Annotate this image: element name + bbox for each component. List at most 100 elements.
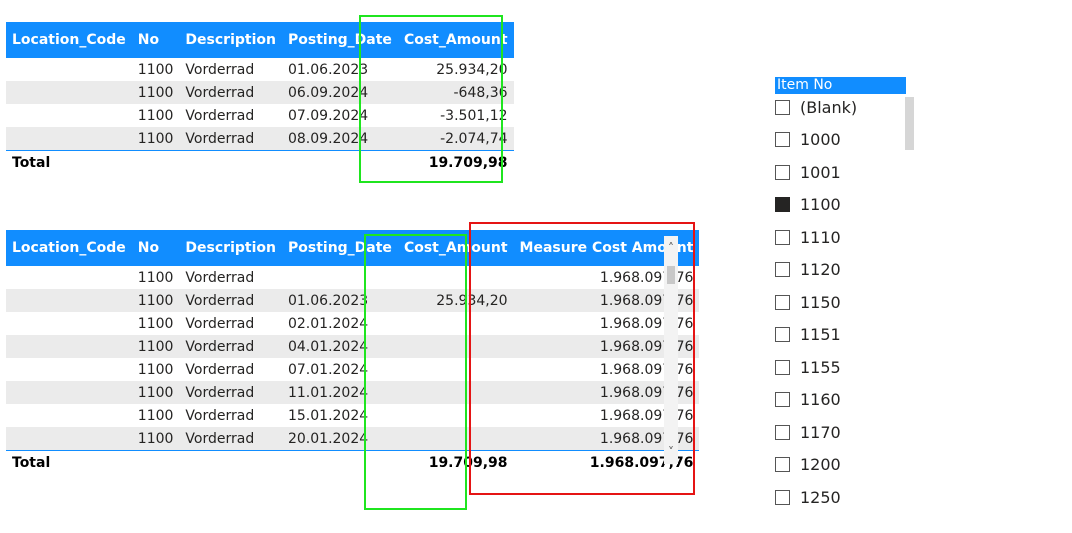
col-cost-amount[interactable]: Cost_Amount — [397, 22, 514, 58]
cell-location-code — [6, 427, 132, 451]
slicer-item[interactable]: 1100 — [775, 193, 841, 217]
cell-location-code — [6, 312, 132, 335]
col-posting-date[interactable]: Posting_Date — [281, 22, 398, 58]
scroll-thumb[interactable] — [667, 266, 675, 284]
col-posting-date[interactable]: Posting_Date — [281, 230, 398, 266]
total-label: Total — [6, 450, 132, 475]
col-description[interactable]: Description — [179, 22, 282, 58]
cell-description: Vorderrad — [185, 61, 255, 78]
slicer-item-label: 1250 — [800, 487, 841, 507]
scroll-down-icon[interactable]: ˅ — [664, 444, 678, 460]
cost-table-bottom: Location_Code No Description Posting_Dat… — [6, 230, 700, 475]
table-row[interactable]: 1100 Vorderrad 07.01.2024 1.968.097,76 — [6, 358, 699, 381]
slicer-item[interactable]: 1120 — [775, 258, 841, 282]
slicer-item[interactable]: 1155 — [775, 355, 841, 379]
table-row[interactable]: 1100 Vorderrad 15.01.2024 1.968.097,76 — [6, 404, 699, 427]
scroll-up-icon[interactable]: ˄ — [664, 240, 678, 256]
table-row[interactable]: 1100 Vorderrad 02.01.2024 1.968.097,76 — [6, 312, 699, 335]
cell-posting-date: 08.09.2024 — [281, 127, 398, 151]
cell-posting-date: 02.01.2024 — [287, 315, 369, 332]
slicer-item[interactable]: 1150 — [775, 290, 841, 314]
slicer-item[interactable]: 1170 — [775, 420, 841, 444]
slicer-item[interactable]: 1001 — [775, 160, 841, 184]
cell-posting-date: 07.09.2024 — [287, 107, 369, 124]
cost-table-top: Location_Code No Description Posting_Dat… — [6, 22, 514, 175]
checkbox-icon[interactable] — [775, 489, 790, 505]
checkbox-icon[interactable] — [775, 424, 790, 440]
slicer-item[interactable]: 1200 — [775, 453, 841, 477]
cell-location-code — [6, 358, 132, 381]
table-row[interactable]: 1100 Vorderrad 08.09.2024 -2.074,74 — [6, 127, 514, 151]
checkbox-icon[interactable] — [775, 99, 790, 115]
cell-no: 1100 — [131, 381, 180, 404]
cell-cost-amount: 25.934,20 — [436, 61, 508, 78]
col-location-code[interactable]: Location_Code — [6, 22, 132, 58]
cell-no: 1100 — [131, 427, 180, 451]
cell-location-code — [6, 104, 132, 127]
slicer-item-label: 1110 — [800, 227, 841, 247]
table-row[interactable]: 1100 Vorderrad 06.09.2024 -648,36 — [6, 81, 514, 104]
col-cost-amount[interactable]: Cost_Amount — [397, 230, 514, 266]
slicer-item[interactable]: 1250 — [775, 485, 841, 509]
slicer-item-label: (Blank) — [800, 97, 858, 117]
table-row[interactable]: 1100 Vorderrad 01.06.2023 25.934,20 — [6, 58, 514, 81]
checkbox-icon[interactable] — [775, 294, 790, 310]
cell-description: Vorderrad — [179, 81, 282, 104]
col-no[interactable]: No — [131, 22, 180, 58]
col-no[interactable]: No — [131, 230, 180, 266]
checkbox-icon[interactable] — [775, 132, 790, 147]
table-header-row: Location_Code No Description Posting_Dat… — [6, 22, 514, 58]
cell-cost-amount — [397, 427, 514, 451]
table-row[interactable]: 1100 Vorderrad 07.09.2024 -3.501,12 — [6, 104, 514, 127]
cell-cost-amount — [398, 266, 514, 289]
slicer-scrollbar[interactable] — [905, 97, 914, 150]
cell-posting-date: 04.01.2024 — [281, 335, 398, 358]
slicer-item[interactable]: 1160 — [775, 388, 841, 412]
slicer-item-label: 1151 — [800, 325, 841, 344]
col-location-code[interactable]: Location_Code — [6, 230, 132, 266]
slicer-item[interactable]: (Blank) — [775, 95, 857, 119]
cell-no: 1100 — [137, 361, 174, 378]
checkbox-icon[interactable] — [775, 457, 790, 472]
cell-description: Vorderrad — [179, 127, 282, 151]
cell-empty — [179, 450, 282, 475]
cell-posting-date: 01.06.2023 — [281, 289, 398, 312]
cell-empty — [131, 150, 180, 175]
slicer-item[interactable]: 1000 — [775, 128, 841, 152]
cell-description: Vorderrad — [185, 315, 255, 332]
slicer-item[interactable]: 1151 — [775, 323, 841, 347]
table-row[interactable]: 1100 Vorderrad 11.01.2024 1.968.097,76 — [6, 381, 700, 404]
cell-no: 1100 — [137, 407, 174, 424]
cell-description: Vorderrad — [179, 381, 282, 404]
cell-cost-amount: -648,36 — [397, 81, 514, 104]
checkbox-icon[interactable] — [775, 229, 790, 245]
checkbox-icon[interactable] — [775, 392, 790, 407]
slicer-item-label: 1160 — [800, 390, 841, 409]
col-description[interactable]: Description — [179, 230, 282, 266]
cell-cost-amount — [397, 381, 514, 404]
checkbox-icon[interactable] — [775, 327, 790, 342]
cell-posting-date: 11.01.2024 — [281, 381, 398, 404]
cell-cost-amount: -3.501,12 — [440, 107, 508, 124]
table-row[interactable]: 1100 Vorderrad 04.01.2024 1.968.097,76 — [6, 335, 700, 358]
checkbox-icon[interactable] — [775, 359, 790, 375]
total-row: Total 19.709,98 — [6, 150, 514, 175]
cell-cost-amount: -2.074,74 — [397, 127, 514, 151]
table-row[interactable]: 1100 Vorderrad 20.01.2024 1.968.097,76 — [6, 427, 700, 451]
total-row: Total 19.709,98 1.968.097,76 — [6, 450, 700, 475]
slicer-item-label: 1155 — [800, 357, 841, 377]
table-row[interactable]: 1100 Vorderrad 01.06.2023 25.934,20 1.968.09… — [6, 289, 700, 312]
table-scrollbar[interactable]: ˄ ˅ — [664, 236, 678, 464]
slicer-title: Item No — [775, 77, 906, 94]
cell-location-code — [6, 381, 132, 404]
checkbox-icon[interactable] — [775, 262, 790, 277]
cell-description: Vorderrad — [179, 289, 282, 312]
cell-description: Vorderrad — [185, 407, 255, 424]
slicer-item-label: 1001 — [800, 162, 841, 182]
cell-posting-date: 07.01.2024 — [287, 361, 369, 378]
table-row[interactable]: 1100 Vorderrad 1.968.097,76 — [6, 266, 699, 289]
checkbox-checked-icon[interactable] — [775, 197, 790, 212]
checkbox-icon[interactable] — [775, 164, 790, 180]
slicer-item[interactable]: 1110 — [775, 225, 841, 249]
cell-empty — [281, 150, 398, 175]
